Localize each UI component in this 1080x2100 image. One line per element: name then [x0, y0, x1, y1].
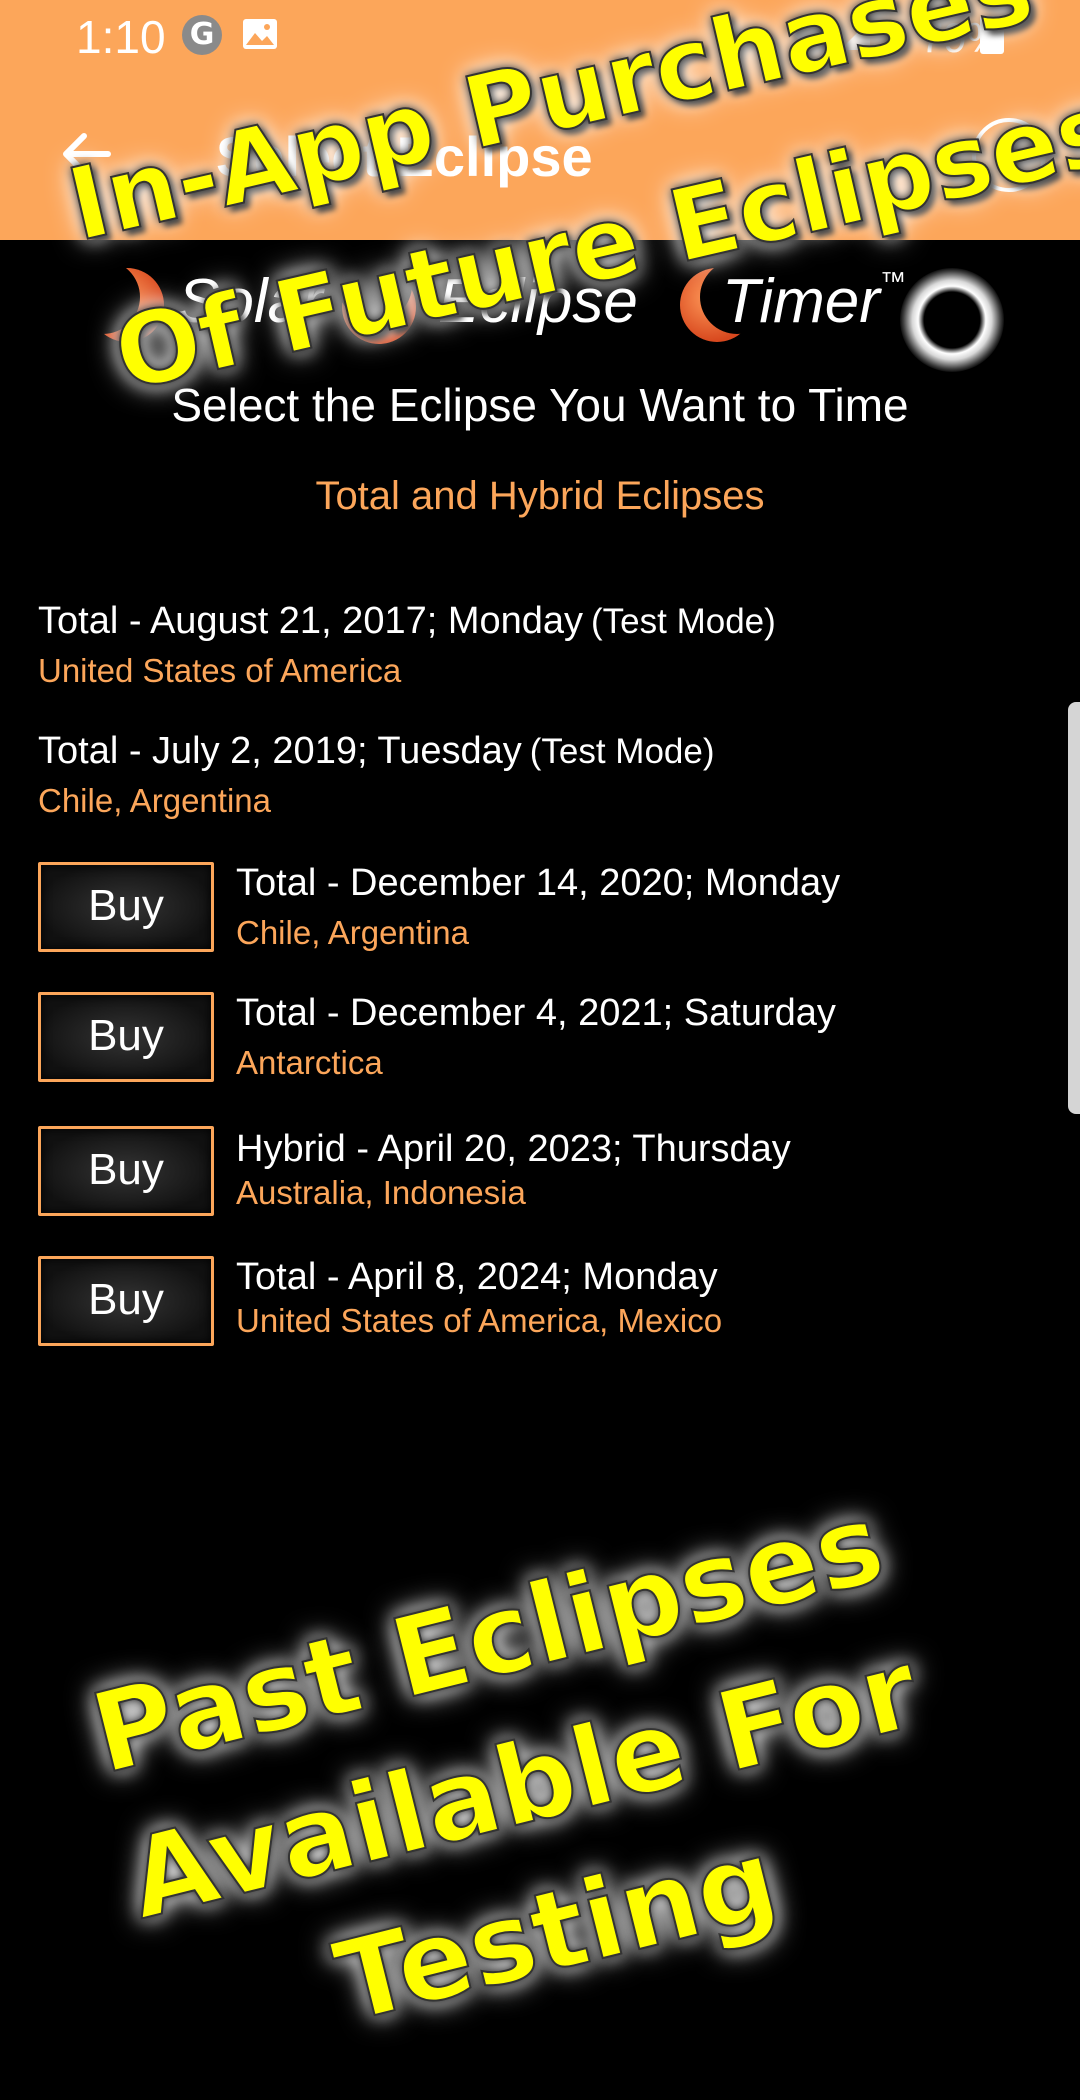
- eclipse-location: United States of America, Mexico: [236, 1302, 723, 1339]
- promo-text-bottom: Past Eclipses Available For Testing: [77, 1470, 962, 2100]
- buy-button[interactable]: Buy: [38, 1126, 214, 1216]
- eclipse-location: Australia, Indonesia: [236, 1174, 526, 1211]
- eclipse-location: United States of America: [38, 652, 402, 689]
- test-mode-label: (Test Mode): [591, 602, 776, 641]
- status-time: 1:10: [76, 11, 166, 63]
- eclipse-title: Total - April 8, 2024; Monday: [236, 1256, 718, 1298]
- eclipse-title-text: Total - July 2, 2019; Tuesday: [38, 730, 522, 772]
- google-icon: G: [182, 15, 222, 55]
- eclipse-title: Total - December 14, 2020; Monday: [236, 862, 841, 904]
- eclipse-title-text: Total - August 21, 2017; Monday: [38, 600, 584, 642]
- trademark: ™: [880, 266, 906, 296]
- eclipse-location: Chile, Argentina: [236, 914, 469, 951]
- eclipse-title: Hybrid - April 20, 2023; Thursday: [236, 1128, 791, 1170]
- buy-button[interactable]: Buy: [38, 992, 214, 1082]
- logo-word-timer: Timer: [722, 267, 880, 336]
- test-mode-label: (Test Mode): [529, 732, 715, 771]
- image-icon: [243, 19, 277, 49]
- eclipse-title: Total - July 2, 2019; Tuesday (Test Mode): [38, 730, 715, 773]
- eclipse-title: Total - December 4, 2021; Saturday: [236, 992, 836, 1034]
- eclipse-location: Chile, Argentina: [38, 782, 271, 819]
- eclipse-location: Antarctica: [236, 1044, 383, 1081]
- eclipse-title: Total - August 21, 2017; Monday (Test Mod…: [38, 600, 776, 643]
- section-heading: Total and Hybrid Eclipses: [315, 474, 765, 518]
- buy-button[interactable]: Buy: [38, 1256, 214, 1346]
- buy-button[interactable]: Buy: [38, 862, 214, 952]
- scrollbar[interactable]: [1068, 702, 1080, 1114]
- total-eclipse-icon: [900, 268, 1004, 372]
